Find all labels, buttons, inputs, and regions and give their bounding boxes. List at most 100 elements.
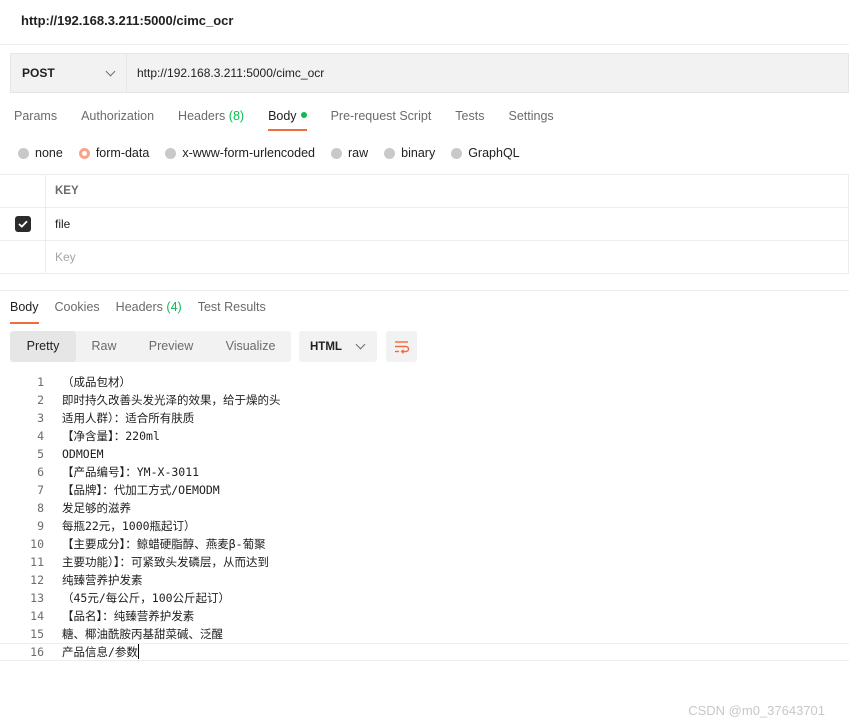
line-number: 13	[30, 591, 44, 605]
body-type-graphql[interactable]: GraphQL	[451, 145, 520, 161]
response-body-code[interactable]: 1 （成品包材） 2 即时持久改善头发光泽的效果，给于燥的头 3 适用人群）：适合所有…	[0, 373, 849, 661]
radio-checked-icon	[78, 147, 90, 159]
code-line: 3 适用人群）：适合所有肤质	[0, 409, 849, 427]
line-text: （45元/每公斤，100公斤起订）	[62, 591, 231, 605]
url-input[interactable]: http://192.168.3.211:5000/cimc_ocr	[126, 53, 849, 93]
chevron-down-icon	[105, 66, 116, 76]
tab-headers-label: Headers	[178, 109, 226, 123]
line-text: 【产品编号】：YM-X-3011	[62, 465, 200, 479]
line-text: 即时持久改善头发光泽的效果，给于燥的头	[62, 393, 281, 407]
tab-headers[interactable]: Headers (8)	[178, 106, 244, 128]
response-tab-test-results[interactable]: Test Results	[198, 298, 266, 318]
line-text: 主要功能）】：可紧致头发磷层，从而达到	[62, 555, 269, 569]
response-tab-cookies[interactable]: Cookies	[55, 298, 100, 318]
line-text: ODMOEM	[62, 447, 104, 461]
line-number: 11	[30, 555, 44, 569]
response-tab-headers[interactable]: Headers (4)	[116, 298, 182, 318]
response-tab-body[interactable]: Body	[10, 298, 39, 324]
chevron-down-icon	[355, 339, 366, 350]
code-line: 14 【品名】：纯臻营养护发素	[0, 607, 849, 625]
request-tabs: Params Authorization Headers (8) Body Pr…	[14, 106, 578, 131]
response-divider	[0, 290, 849, 291]
radio-icon	[165, 147, 177, 159]
code-line: 11 主要功能）】：可紧致头发磷层，从而达到	[0, 553, 849, 571]
request-title: http://192.168.3.211:5000/cimc_ocr	[21, 12, 234, 28]
radio-icon	[451, 147, 463, 159]
code-line: 5 ODMOEM	[0, 445, 849, 463]
row-check-cell	[0, 208, 46, 240]
body-type-label: GraphQL	[468, 146, 520, 160]
wrap-lines-icon	[394, 340, 409, 354]
line-text: 纯臻营养护发素	[62, 573, 143, 587]
line-number: 9	[37, 519, 44, 533]
method-select[interactable]: POST	[10, 53, 126, 93]
code-line: 8 发足够的滋养	[0, 499, 849, 517]
body-type-options: none form-data x-www-form-urlencoded raw…	[18, 145, 536, 161]
tab-tests[interactable]: Tests	[455, 106, 484, 128]
tab-pre-request-script[interactable]: Pre-request Script	[331, 106, 432, 128]
url-row: POST http://192.168.3.211:5000/cimc_ocr	[10, 53, 849, 93]
line-number: 3	[37, 411, 44, 425]
line-number: 16	[30, 645, 44, 659]
response-tab-headers-count: (4)	[166, 300, 182, 314]
line-text: 产品信息/参数	[62, 645, 138, 659]
format-select[interactable]: HTML	[299, 331, 377, 362]
new-key-input[interactable]: Key	[46, 250, 76, 264]
code-line: 12 纯臻营养护发素	[0, 571, 849, 589]
form-data-table: KEY file Key	[0, 174, 849, 274]
line-text: （成品包材）	[62, 375, 131, 389]
body-type-urlencoded[interactable]: x-www-form-urlencoded	[165, 145, 315, 161]
code-line: 13 （45元/每公斤，100公斤起订）	[0, 589, 849, 607]
body-type-label: form-data	[95, 146, 150, 160]
tab-settings[interactable]: Settings	[508, 106, 553, 128]
code-line-current: 16 产品信息/参数	[0, 643, 849, 661]
tab-body[interactable]: Body	[268, 106, 307, 131]
view-raw-button[interactable]: Raw	[76, 331, 132, 362]
tab-headers-count: (8)	[228, 109, 245, 123]
line-number: 2	[37, 393, 44, 407]
line-text: 糖、椰油酰胺丙基甜菜碱、泛醒	[62, 627, 223, 641]
line-text: 每瓶22元，1000瓶起订）	[62, 519, 196, 533]
code-line: 7 【品牌】：代加工方式/OEMODM	[0, 481, 849, 499]
body-type-label: none	[35, 146, 63, 160]
line-number: 15	[30, 627, 44, 641]
code-line: 1 （成品包材）	[0, 373, 849, 391]
wrap-lines-button[interactable]	[386, 331, 417, 362]
tab-body-label: Body	[268, 109, 297, 123]
body-type-none[interactable]: none	[18, 145, 63, 161]
line-text: 发足够的滋养	[62, 501, 131, 515]
radio-icon	[18, 147, 29, 159]
table-header-row: KEY	[0, 174, 849, 207]
body-type-label: binary	[401, 146, 436, 160]
view-preview-button[interactable]: Preview	[132, 331, 210, 362]
view-pretty-button[interactable]: Pretty	[10, 331, 76, 362]
body-type-label: raw	[348, 146, 369, 160]
code-line: 2 即时持久改善头发光泽的效果，给于燥的头	[0, 391, 849, 409]
tab-params[interactable]: Params	[14, 106, 57, 128]
key-cell[interactable]: file	[46, 217, 70, 231]
view-visualize-button[interactable]: Visualize	[210, 331, 291, 362]
table-row-new: Key	[0, 240, 849, 274]
key-column-header: KEY	[55, 185, 79, 197]
line-text: 【品牌】：代加工方式/OEMODM	[62, 483, 220, 497]
checkmark-icon	[17, 220, 28, 228]
body-type-form-data[interactable]: form-data	[78, 145, 150, 161]
body-type-raw[interactable]: raw	[331, 145, 368, 161]
code-line: 15 糖、椰油酰胺丙基甜菜碱、泛醒	[0, 625, 849, 643]
tab-authorization[interactable]: Authorization	[81, 106, 154, 128]
body-type-binary[interactable]: binary	[384, 145, 435, 161]
line-text: 【品名】：纯臻营养护发素	[62, 609, 195, 623]
header-check-cell	[0, 175, 46, 207]
row-check-cell	[0, 241, 46, 273]
line-number: 8	[37, 501, 44, 515]
format-label: HTML	[310, 340, 342, 353]
view-mode-toggle: Pretty Raw Preview Visualize	[10, 331, 291, 362]
line-number: 4	[37, 429, 44, 443]
body-type-label: x-www-form-urlencoded	[182, 146, 315, 160]
code-line: 6 【产品编号】：YM-X-3011	[0, 463, 849, 481]
radio-icon	[331, 147, 342, 159]
response-tab-headers-label: Headers	[115, 300, 163, 314]
row-enabled-checkbox[interactable]	[14, 216, 31, 232]
title-divider	[0, 44, 849, 45]
line-number: 14	[30, 609, 44, 623]
